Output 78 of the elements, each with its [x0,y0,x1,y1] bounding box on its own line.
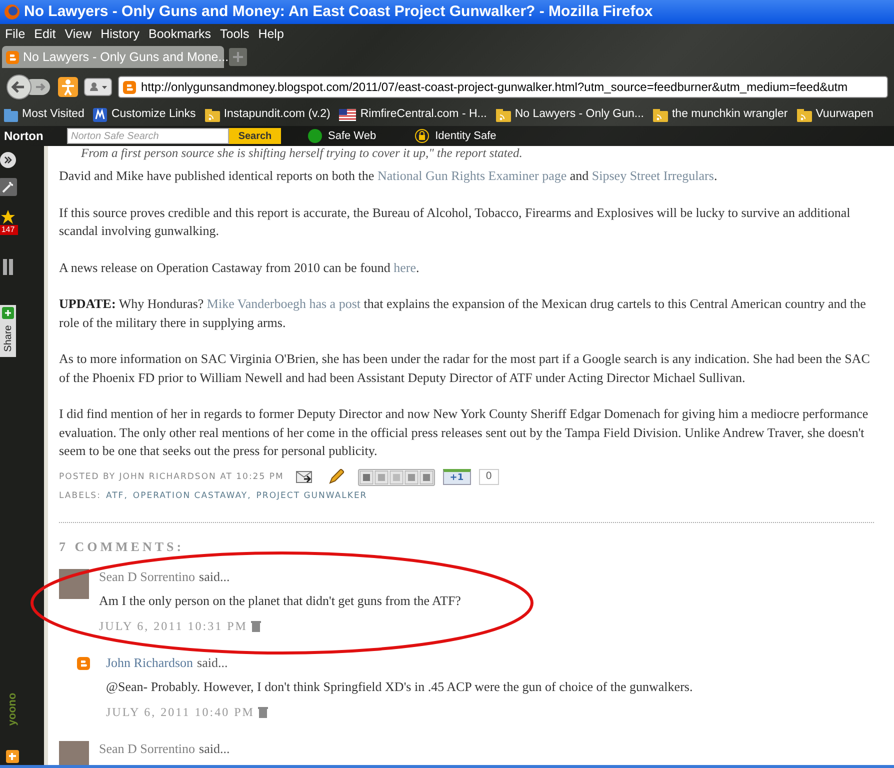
menu-item[interactable]: Edit [34,24,56,44]
bookmark-item[interactable]: Vuurwapen [796,106,874,124]
trash-icon [251,620,262,632]
share-service-icon [388,470,404,484]
menu-item[interactable]: Help [258,24,284,44]
comment-text: Am I the only person on the planet that didn't get guns from the ATF? [99,593,461,610]
menu-item[interactable]: View [64,24,92,44]
bookmark-item[interactable]: Most Visited [4,106,84,124]
paragraph: I did find mention of her in regards to former Deputy Director and now New York County Sheriff Edgar Domenach for giving him a mediocre performance evaluation. The only other real mentions of her come in the official press releases sent out by the Tampa Field Division. Unlike Andrew Traver, she doesn't seem to be one that seeks out the press for personal publicity. [59,405,870,460]
bookmark-item[interactable]: No Lawyers - Only Gun... [496,106,644,124]
menu-item[interactable]: Tools [220,24,250,44]
notification-badge: 147 [0,225,18,235]
star-icon [0,210,16,225]
blogger-icon [6,50,19,64]
menu-item[interactable]: Bookmarks [148,24,212,44]
bookmark-folder-icon [4,108,18,122]
share-button[interactable]: Share [0,305,16,357]
plus-icon [2,307,14,319]
feed-folder-icon [652,108,668,122]
share-service-icon [418,470,434,484]
comment-author[interactable]: Sean D Sorrentino [99,569,196,586]
bookmark-item[interactable]: RimfireCentral.com - H... [339,106,487,124]
firefox-icon [4,4,20,20]
share-service-icon [404,470,419,484]
label-link[interactable]: OPERATION CASTAWAY, [132,490,252,502]
paragraph: A news release on Operation Castaway from 2010 can be found here. [59,258,420,277]
feed-folder-icon [796,108,812,122]
search-button[interactable]: Search [229,128,281,144]
norton-logo: Norton [4,128,44,145]
label-link[interactable]: PROJECT GUNWALKER [256,490,368,502]
share-service-icon [374,470,389,484]
email-icon [296,471,312,483]
identity-safe-button[interactable]: Identity Safe [415,128,496,144]
said-text: said... [197,655,228,672]
feed-folder-icon [496,108,511,122]
share-service-icon [358,470,374,484]
label-link[interactable]: ATF, [106,490,128,502]
yoono-logo: yoono [5,692,20,726]
share-buttons[interactable] [358,468,435,486]
pencil-icon [328,469,344,485]
post-byline: POSTED BY JOHN RICHARDSON AT 10:25 PM [59,470,284,484]
padlock-icon [415,129,430,143]
bookmark-item[interactable]: Customize Links [93,106,196,124]
blogger-icon [77,657,90,670]
said-text: said... [199,741,230,758]
share-count: 0 [478,469,499,485]
quote-text: From a first person source she is shifting herself trying to cover it up," the report stated. [80,146,524,161]
address-bar[interactable]: http://onlygunsandmoney.blogspot.com/2011/07/east-coast-project-gunwalker.html?utm_source=feedburner&utm_medium=feed&utm [118,76,888,98]
bookmark-item[interactable]: Instapundit.com (v.2) [204,106,330,124]
labels-heading: LABELS: [59,490,101,502]
blogger-icon [123,80,136,94]
paragraph: If this source proves credible and this report is accurate, the Bureau of Alcohol, Tobacco, Firearms and Explosives will be lucky to survive an additional scandal involving gunwalking. [59,204,852,240]
comment-text: @Sean- Probably. However, I don't think Springfield XD's in .45 ACP were the gun of choice of the gunwalkers. [106,679,693,696]
new-tab-icon [228,47,248,67]
flag-icon [339,109,356,121]
wrench-icon [0,178,17,196]
paragraph: UPDATE: Why Honduras? Mike Vanderboegh has a post that explains the expansion of the Mexican drug cartels to this Central American country and the role of the military there in supplying arms. [59,295,867,332]
person-icon [58,77,78,97]
window-title: No Lawyers - Only Guns and Money: An East Coast Project Gunwalker? - Mozilla Firefox [24,2,653,22]
said-text: said... [199,569,230,586]
menu-item[interactable]: History [100,24,140,44]
back-forward-icon [6,74,52,100]
comment-author[interactable]: Sean D Sorrentino [99,741,196,758]
bookmark-item[interactable]: the munchkin wrangler [652,106,788,124]
paragraph: David and Mike have published identical reports on both the National Gun Rights Examiner page and Sipsey Street Irregulars. [59,167,718,185]
safe-web-button[interactable]: Safe Web [308,128,376,144]
trash-icon [258,706,268,718]
puzzle-icon [6,750,19,763]
comment-author[interactable]: John Richardson [106,655,194,672]
ok-badge-icon [308,129,322,143]
m-logo-icon [93,108,108,122]
comments-heading: 7 COMMENTS: [59,539,186,556]
pause-icon [1,259,15,275]
paragraph: As to more information on SAC Virginia O'Brien, she has been under the radar for the most part if a Google search is any indication. She had been the SAC of the Phoenix FD prior to William Newell and had been Assistant Deputy Director of ATF under Acting Director Michael Sullivan. [59,350,871,387]
plus-one-button[interactable]: +1 [442,469,471,485]
feed-folder-icon [204,108,220,122]
identity-dropdown-icon [84,78,112,96]
menu-item[interactable]: File [5,24,26,44]
